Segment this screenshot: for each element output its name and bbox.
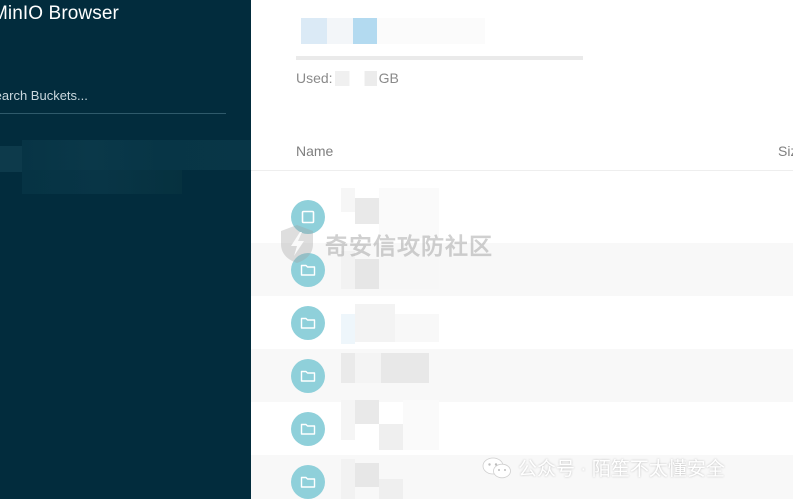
search-buckets-input[interactable] [0,80,226,110]
object-list [251,188,793,499]
used-label: Used: [296,70,333,86]
used-unit: GB [378,70,399,86]
bucket-icon[interactable] [291,200,325,234]
storage-usage-bar [296,56,583,60]
storage-used: Used: GB [296,70,399,86]
redacted-block [379,251,439,289]
table-row[interactable] [251,455,793,499]
app-title: MinIO Browser [0,3,119,24]
folder-icon[interactable] [291,465,325,499]
bucket-item-redacted [22,170,182,194]
table-row[interactable] [251,349,793,402]
redacted-block [341,353,355,383]
redacted-block [355,198,379,224]
bucket-search [0,80,226,114]
table-row[interactable] [251,296,793,349]
redacted-block [341,459,355,499]
used-value-redacted [334,70,377,86]
redacted-block [355,259,379,289]
redacted-block [379,188,439,238]
table-header: Name Size [251,132,793,171]
bucket-item-redacted [22,140,251,170]
redacted-block [341,314,355,344]
redacted-block [395,314,439,342]
table-row[interactable] [251,400,793,455]
redacted-block [355,463,379,487]
bucket-name-redacted [301,18,327,44]
redacted-block [403,400,439,450]
folder-icon[interactable] [291,412,325,446]
bucket-name-redacted [353,18,377,44]
search-underline [0,113,226,114]
minio-browser-app: MinIO Browser Used: GB Name [0,0,793,499]
column-header-size[interactable]: Size [778,143,793,159]
redacted-block [355,400,379,424]
redacted-block [341,400,355,440]
main-panel: Used: GB Name Size [251,0,793,499]
bucket-name-redacted [377,18,485,44]
redacted-block [381,353,429,383]
redacted-block [341,251,355,289]
bucket-item-redacted[interactable] [0,146,22,172]
bucket-name-redacted [327,18,353,44]
folder-icon[interactable] [291,253,325,287]
redacted-block [341,188,355,212]
folder-icon[interactable] [291,306,325,340]
redacted-block [355,304,395,342]
sidebar: MinIO Browser [0,0,251,499]
table-row[interactable] [251,243,793,296]
redacted-block [379,424,403,450]
table-row[interactable] [251,188,793,243]
folder-icon[interactable] [291,359,325,393]
redacted-block [355,353,381,383]
redacted-block [379,479,403,499]
column-header-name[interactable]: Name [296,143,333,159]
